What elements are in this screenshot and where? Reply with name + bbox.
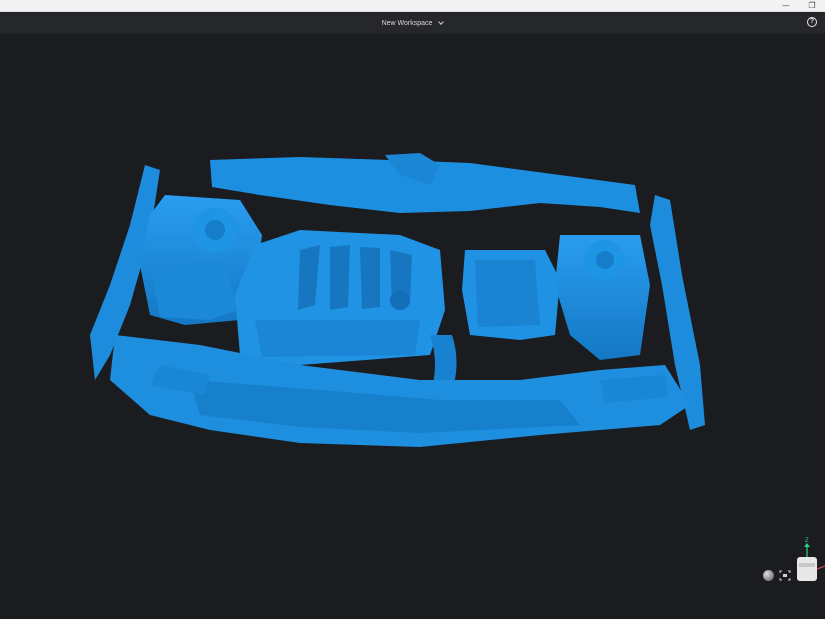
fit-view-icon[interactable]	[779, 570, 791, 581]
3d-viewport[interactable]: Z	[0, 35, 825, 619]
left-reservoir	[150, 263, 238, 320]
workspace-selector[interactable]: New Workspace	[0, 12, 825, 34]
view-cube-face	[797, 557, 817, 581]
app-header: New Workspace ?	[0, 12, 825, 34]
maximize-button[interactable]: ❐	[799, 0, 825, 12]
workspace-title: New Workspace	[381, 19, 433, 27]
minimize-button[interactable]: —	[773, 0, 799, 12]
shading-sphere-icon[interactable]	[763, 570, 774, 581]
view-cube[interactable]: Z	[794, 535, 825, 585]
scanned-engine-model	[90, 153, 705, 447]
chevron-down-icon	[438, 18, 445, 25]
axis-x-line	[816, 565, 825, 570]
help-icon[interactable]: ?	[807, 17, 817, 27]
window-titlebar: — ❐	[0, 0, 825, 12]
